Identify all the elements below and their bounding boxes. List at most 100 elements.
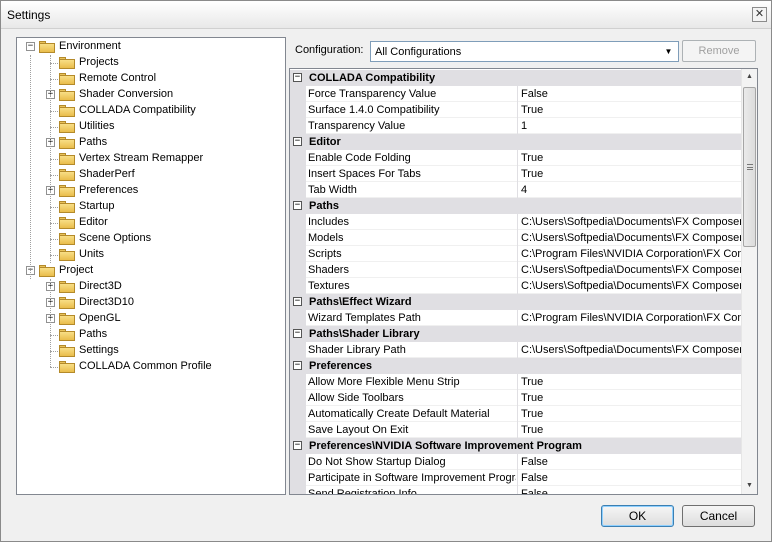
ok-button[interactable]: OK: [601, 505, 674, 527]
title-bar[interactable]: Settings ✕: [1, 1, 771, 29]
property-value[interactable]: C:\Users\Softpedia\Documents\FX Composer: [521, 264, 742, 276]
property-value[interactable]: C:\Users\Softpedia\Documents\FX Composer: [521, 232, 742, 244]
property-value[interactable]: True: [521, 424, 742, 436]
property-row[interactable]: Includes C:\Users\Softpedia\Documents\FX …: [290, 214, 742, 230]
category-row[interactable]: − Paths: [290, 198, 742, 214]
column-divider[interactable]: [517, 470, 518, 486]
collapse-icon[interactable]: −: [26, 42, 35, 51]
column-divider[interactable]: [517, 454, 518, 470]
property-value[interactable]: True: [521, 376, 742, 388]
property-row[interactable]: Insert Spaces For Tabs True: [290, 166, 742, 182]
tree-item[interactable]: Paths: [17, 327, 285, 343]
property-value[interactable]: C:\Users\Softpedia\Documents\FX Composer: [521, 344, 742, 356]
property-row[interactable]: Enable Code Folding True: [290, 150, 742, 166]
column-divider[interactable]: [517, 150, 518, 166]
property-row[interactable]: Participate in Software Improvement Prog…: [290, 470, 742, 486]
tree-item[interactable]: COLLADA Common Profile: [17, 359, 285, 375]
tree-item[interactable]: − Project: [17, 263, 285, 279]
scroll-up-icon[interactable]: ▲: [742, 69, 757, 85]
tree-item[interactable]: + Preferences: [17, 183, 285, 199]
property-row[interactable]: Send Registration Info False: [290, 486, 742, 494]
configuration-dropdown[interactable]: All Configurations ▼: [370, 41, 679, 62]
column-divider[interactable]: [517, 182, 518, 198]
tree-item[interactable]: Startup: [17, 199, 285, 215]
column-divider[interactable]: [517, 406, 518, 422]
tree-item[interactable]: ShaderPerf: [17, 167, 285, 183]
cancel-button[interactable]: Cancel: [682, 505, 755, 527]
column-divider[interactable]: [517, 422, 518, 438]
property-value[interactable]: True: [521, 392, 742, 404]
property-value[interactable]: 4: [521, 184, 742, 196]
property-row[interactable]: Models C:\Users\Softpedia\Documents\FX Co…: [290, 230, 742, 246]
close-button[interactable]: ✕: [752, 7, 767, 22]
tree-item[interactable]: Projects: [17, 55, 285, 71]
property-value[interactable]: C:\Users\Softpedia\Documents\FX Composer: [521, 216, 742, 228]
category-row[interactable]: − Preferences: [290, 358, 742, 374]
settings-tree[interactable]: − Environment Projects Remote Control + Shade…: [16, 37, 286, 495]
column-divider[interactable]: [517, 374, 518, 390]
property-value[interactable]: False: [521, 88, 742, 100]
tree-item[interactable]: Vertex Stream Remapper: [17, 151, 285, 167]
property-value[interactable]: C:\Users\Softpedia\Documents\FX Composer: [521, 280, 742, 292]
remove-button[interactable]: Remove: [682, 40, 756, 62]
property-row[interactable]: Surface 1.4.0 Compatibility True: [290, 102, 742, 118]
property-row[interactable]: Force Transparency Value False: [290, 86, 742, 102]
column-divider[interactable]: [517, 86, 518, 102]
column-divider[interactable]: [517, 118, 518, 134]
property-row[interactable]: Tab Width 4: [290, 182, 742, 198]
category-row[interactable]: − Preferences\NVIDIA Software Improvement…: [290, 438, 742, 454]
property-value[interactable]: True: [521, 408, 742, 420]
property-value[interactable]: False: [521, 488, 742, 494]
column-divider[interactable]: [517, 166, 518, 182]
property-row[interactable]: Wizard Templates Path C:\Program Files\NV…: [290, 310, 742, 326]
column-divider[interactable]: [517, 102, 518, 118]
tree-item[interactable]: Utilities: [17, 119, 285, 135]
collapse-icon[interactable]: −: [293, 73, 302, 82]
collapse-icon[interactable]: −: [293, 329, 302, 338]
tree-item[interactable]: Units: [17, 247, 285, 263]
property-row[interactable]: Allow More Flexible Menu Strip True: [290, 374, 742, 390]
column-divider[interactable]: [517, 486, 518, 494]
property-value[interactable]: C:\Program Files\NVIDIA Corporation\FX C…: [521, 248, 742, 260]
property-value[interactable]: True: [521, 152, 742, 164]
tree-item[interactable]: COLLADA Compatibility: [17, 103, 285, 119]
vertical-scrollbar[interactable]: ▲ ▼: [741, 69, 757, 494]
property-grid[interactable]: − COLLADA Compatibility Force Transparency…: [289, 68, 758, 495]
property-row[interactable]: Scripts C:\Program Files\NVIDIA Corporati…: [290, 246, 742, 262]
collapse-icon[interactable]: −: [293, 137, 302, 146]
scroll-down-icon[interactable]: ▼: [742, 478, 757, 494]
column-divider[interactable]: [517, 310, 518, 326]
property-row[interactable]: Automatically Create Default Material Tru…: [290, 406, 742, 422]
collapse-icon[interactable]: −: [293, 201, 302, 210]
tree-item[interactable]: Editor: [17, 215, 285, 231]
property-row[interactable]: Shaders C:\Users\Softpedia\Documents\FX C…: [290, 262, 742, 278]
tree-item[interactable]: Settings: [17, 343, 285, 359]
property-value[interactable]: False: [521, 472, 742, 484]
property-value[interactable]: True: [521, 168, 742, 180]
property-row[interactable]: Shader Library Path C:\Users\Softpedia\Do…: [290, 342, 742, 358]
property-value[interactable]: C:\Program Files\NVIDIA Corporation\FX C…: [521, 312, 742, 324]
column-divider[interactable]: [517, 390, 518, 406]
category-row[interactable]: − COLLADA Compatibility: [290, 70, 742, 86]
property-row[interactable]: Textures C:\Users\Softpedia\Documents\FX …: [290, 278, 742, 294]
collapse-icon[interactable]: −: [293, 297, 302, 306]
tree-item[interactable]: + Shader Conversion: [17, 87, 285, 103]
category-row[interactable]: − Paths\Shader Library: [290, 326, 742, 342]
scrollbar-thumb[interactable]: [743, 87, 756, 247]
category-row[interactable]: − Editor: [290, 134, 742, 150]
tree-item[interactable]: + Direct3D10: [17, 295, 285, 311]
property-value[interactable]: 1: [521, 120, 742, 132]
column-divider[interactable]: [517, 214, 518, 230]
property-row[interactable]: Save Layout On Exit True: [290, 422, 742, 438]
tree-item[interactable]: Remote Control: [17, 71, 285, 87]
column-divider[interactable]: [517, 230, 518, 246]
tree-item[interactable]: Scene Options: [17, 231, 285, 247]
column-divider[interactable]: [517, 246, 518, 262]
column-divider[interactable]: [517, 342, 518, 358]
column-divider[interactable]: [517, 278, 518, 294]
property-row[interactable]: Allow Side Toolbars True: [290, 390, 742, 406]
category-row[interactable]: − Paths\Effect Wizard: [290, 294, 742, 310]
collapse-icon[interactable]: −: [293, 361, 302, 370]
collapse-icon[interactable]: −: [293, 441, 302, 450]
chevron-down-icon[interactable]: ▼: [661, 44, 676, 59]
